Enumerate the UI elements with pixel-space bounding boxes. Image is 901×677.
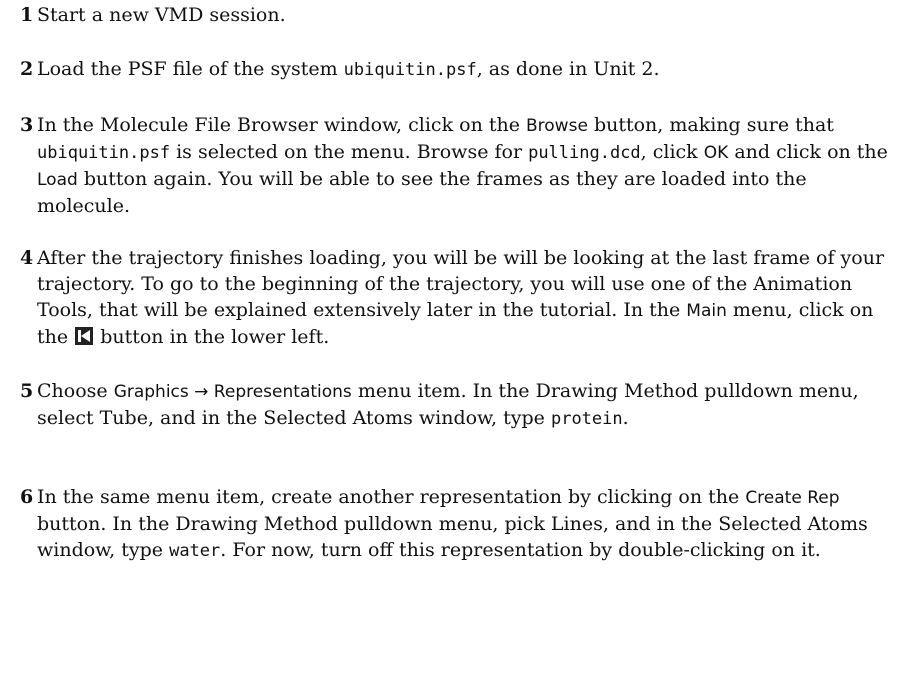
step-5: 5 Choose Graphics → Representations menu …	[20, 378, 893, 432]
step-text: In the same menu item, create another re…	[37, 486, 746, 508]
selection-code: water	[169, 541, 221, 561]
step-6: 6 In the same menu item, create another r…	[20, 484, 893, 564]
step-text: button again. You will be able to see th…	[37, 168, 807, 217]
step-text: Load the PSF file of the system	[37, 58, 344, 80]
browse-button-label: Browse	[526, 116, 588, 136]
step-text: and click on the	[728, 141, 888, 163]
step-number: 5	[20, 380, 34, 402]
step-number: 2	[20, 58, 34, 80]
selection-code: protein	[550, 409, 623, 429]
filename-code: pulling.dcd	[528, 143, 641, 163]
step-3: 3 In the Molecule File Browser window, cl…	[20, 112, 893, 219]
step-number: 6	[20, 486, 34, 508]
step-number: 3	[20, 114, 34, 136]
go-to-start-icon	[75, 327, 94, 345]
filename-code: ubiquitin.psf	[343, 60, 477, 80]
step-text: Start a new VMD session.	[37, 4, 286, 26]
create-rep-button-label: Create Rep	[745, 488, 840, 508]
tutorial-page: 1 Start a new VMD session. 2 Load the PSF …	[0, 0, 901, 677]
step-number: 4	[20, 247, 34, 269]
step-text: , click	[640, 141, 704, 163]
load-button-label: Load	[37, 170, 78, 190]
step-text: . For now, turn off this representation …	[220, 539, 821, 561]
ok-button-label: OK	[703, 143, 729, 163]
step-text: button, making sure that	[587, 114, 834, 136]
step-2: 2 Load the PSF file of the system ubiquit…	[20, 56, 893, 83]
step-text: .	[622, 407, 629, 429]
step-text: button in the lower left.	[94, 326, 330, 348]
main-menu-label: Main	[686, 301, 727, 321]
graphics-menu-path: Graphics → Representations	[113, 382, 352, 402]
step-4: 4 After the trajectory finishes loading, …	[20, 245, 893, 350]
step-text: , as done in Unit 2.	[476, 58, 660, 80]
step-1: 1 Start a new VMD session.	[20, 2, 893, 28]
step-text: is selected on the menu. Browse for	[170, 141, 529, 163]
filename-code: ubiquitin.psf	[37, 143, 171, 163]
step-number: 1	[20, 4, 34, 26]
step-text: Choose	[37, 380, 114, 402]
step-text: In the Molecule File Browser window, cli…	[37, 114, 526, 136]
